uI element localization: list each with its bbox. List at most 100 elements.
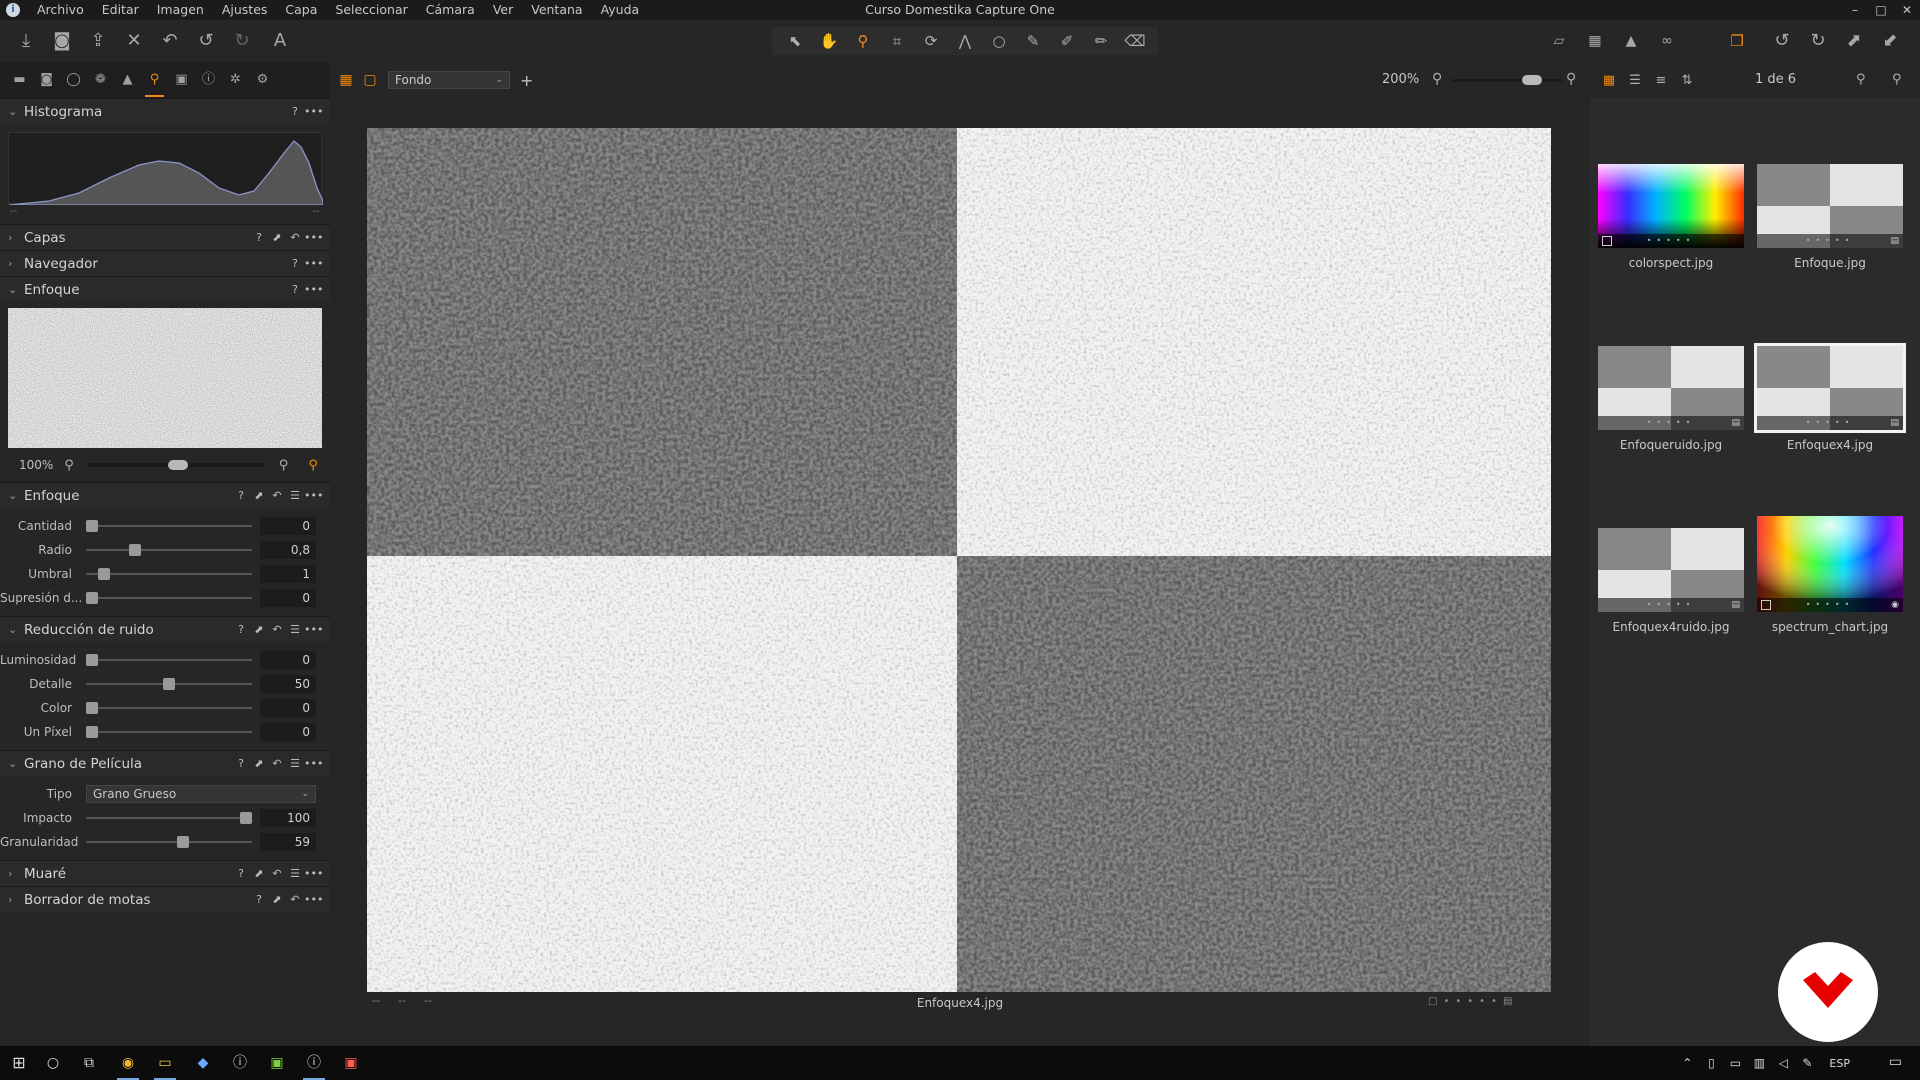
spot-removal-header[interactable]: › Borrador de motas ? ⬈ ↶ ••• [0, 886, 330, 912]
sharpening-thumb[interactable] [98, 568, 111, 580]
sharpening-slider[interactable] [86, 568, 252, 580]
noise-slider[interactable] [86, 726, 252, 738]
zoom-in-icon[interactable]: ⚲ [275, 458, 293, 473]
import-icon[interactable]: ⤓ [14, 29, 38, 53]
zoom-out-icon[interactable]: ⚲ [60, 458, 78, 473]
film-grain-header[interactable]: ⌄ Grano de Película ? ⬈ ↶ ☰ ••• [0, 750, 330, 776]
keystone-icon[interactable]: ⋀ [948, 27, 982, 55]
reset-icon[interactable]: ↶ [268, 757, 286, 770]
picker-icon[interactable]: ✎ [1016, 27, 1050, 55]
help-icon[interactable]: ? [286, 283, 304, 296]
copy-icon[interactable]: ⬈ [250, 867, 268, 880]
rotate-icon[interactable]: ⟳ [914, 27, 948, 55]
lens-tab-icon[interactable]: ◯ [60, 67, 87, 93]
help-icon[interactable]: ? [232, 867, 250, 880]
menu-ver[interactable]: Ver [484, 0, 522, 20]
app-icon-green[interactable]: ▣ [262, 1051, 292, 1075]
reset-icon[interactable]: ↶ [286, 893, 304, 906]
single-view-icon[interactable]: ▢ [358, 72, 382, 88]
menu-ventana[interactable]: Ventana [522, 0, 591, 20]
grain-slider[interactable] [86, 836, 252, 848]
reset-icon[interactable]: ↶ [268, 623, 286, 636]
noise-thumb[interactable] [86, 726, 98, 738]
detail-view-icon[interactable]: ≡ [1648, 73, 1674, 88]
sharpening-value[interactable]: 1 [260, 565, 316, 583]
batch-tab-icon[interactable]: ⚙ [249, 67, 276, 93]
presets-icon[interactable]: ☰ [286, 623, 304, 636]
sharpening-slider[interactable] [86, 544, 252, 556]
camera-icon[interactable]: ◙ [50, 29, 74, 53]
app-icon[interactable]: i [6, 3, 20, 17]
battery-icon[interactable]: ▭ [1723, 1056, 1747, 1070]
help-icon[interactable]: ? [250, 231, 268, 244]
grain-value[interactable]: 100 [260, 809, 316, 827]
metadata-tab-icon[interactable]: ⓘ [195, 67, 222, 93]
menu-seleccionar[interactable]: Seleccionar [326, 0, 416, 20]
sharpening-thumb[interactable] [86, 592, 98, 604]
sharpening-value[interactable]: 0,8 [260, 541, 316, 559]
noise-value[interactable]: 50 [260, 675, 316, 693]
thumb-checkbox[interactable] [1602, 236, 1612, 246]
moire-header[interactable]: › Muaré ? ⬈ ↶ ☰ ••• [0, 860, 330, 886]
thumb-checkbox[interactable] [1761, 600, 1771, 610]
copy-icon[interactable]: ⬈ [250, 489, 268, 502]
more-icon[interactable]: ••• [304, 489, 323, 502]
notifications-icon[interactable]: ▭ [1889, 1054, 1902, 1070]
more-icon[interactable]: ••• [304, 893, 323, 906]
tray-expand-icon[interactable]: ⌃ [1675, 1056, 1699, 1070]
thumbnail-enfoquex4[interactable]: ••••• ▤ Enfoquex4.jpg [1754, 343, 1906, 452]
noise-slider[interactable] [86, 654, 252, 666]
thumb-rating[interactable]: ••••• [1598, 416, 1744, 430]
grain-thumb[interactable] [240, 812, 252, 824]
focus-header[interactable]: ⌄ Enfoque ? ••• [0, 276, 330, 302]
app-icon-blue[interactable]: ◆ [188, 1051, 218, 1075]
eraser-icon[interactable]: ⌫ [1118, 27, 1152, 55]
thumb-rating[interactable]: ••••• [1757, 598, 1903, 612]
thumbnail-enfoque[interactable]: ••••• ▤ Enfoque.jpg [1757, 164, 1903, 270]
focus-preview-image[interactable] [8, 308, 322, 448]
viewer-zoom-thumb[interactable] [1522, 75, 1542, 85]
undo-icon[interactable]: ↺ [194, 29, 218, 53]
more-icon[interactable]: ••• [304, 757, 323, 770]
rotate-right-icon[interactable]: ↻ [1806, 29, 1830, 53]
more-icon[interactable]: ••• [304, 105, 323, 118]
menu-imagen[interactable]: Imagen [148, 0, 213, 20]
network-icon[interactable]: ▥ [1747, 1056, 1771, 1070]
color-tab-icon[interactable]: ❁ [87, 67, 114, 93]
grain-type-select[interactable]: Grano Grueso ⌄ [86, 785, 316, 803]
app-icon-red[interactable]: ▣ [336, 1051, 366, 1075]
search-icon[interactable]: ⚲ [1892, 72, 1902, 87]
copy-adjustments-icon[interactable]: ⬈ [1842, 29, 1866, 53]
focus-picker-icon[interactable]: ⚲ [304, 458, 322, 473]
zoom-out-icon[interactable]: ⚲ [1432, 71, 1442, 87]
copy-apply-icon[interactable]: ❐ [1725, 29, 1749, 53]
presets-icon[interactable]: ☰ [286, 867, 304, 880]
thumbnail-spectrum-chart[interactable]: ••••• ◉ spectrum_chart.jpg [1757, 516, 1903, 634]
noise-slider[interactable] [86, 702, 252, 714]
thumb-rating[interactable]: ••••• [1598, 598, 1744, 612]
exposure-warning-icon[interactable]: ▲ [1619, 29, 1643, 53]
rotate-left-icon[interactable]: ↺ [1770, 29, 1794, 53]
filter-search-icon[interactable]: ⚲ [1856, 72, 1866, 87]
capture-one-taskbar-icon[interactable]: ⓘ [299, 1051, 329, 1080]
copy-icon[interactable]: ⬈ [268, 893, 286, 906]
thumb-rating[interactable]: ••••• [1757, 234, 1903, 248]
navigator-header[interactable]: › Navegador ? ••• [0, 250, 330, 276]
viewer-image[interactable] [367, 128, 1551, 992]
grain-thumb[interactable] [176, 836, 189, 848]
reset-icon[interactable]: ⬈ [268, 231, 286, 244]
reset-icon[interactable]: ↶ [268, 867, 286, 880]
sharpening-slider[interactable] [86, 592, 252, 604]
noise-slider[interactable] [86, 678, 252, 690]
sharpening-slider[interactable] [86, 520, 252, 532]
menu-ayuda[interactable]: Ayuda [592, 0, 649, 20]
apply-adjustments-icon[interactable]: ⬋ [1878, 29, 1902, 53]
noise-value[interactable]: 0 [260, 699, 316, 717]
noise-value[interactable]: 0 [260, 651, 316, 669]
select-cursor-icon[interactable]: ⬉ [778, 27, 812, 55]
windows-start-icon[interactable]: ⊞ [4, 1051, 34, 1075]
grid-icon[interactable]: ▦ [1583, 29, 1607, 53]
proofing-icon[interactable]: ▱ [1547, 29, 1571, 53]
cortana-icon[interactable]: ○ [38, 1051, 68, 1075]
maximize-button[interactable]: □ [1868, 0, 1894, 20]
